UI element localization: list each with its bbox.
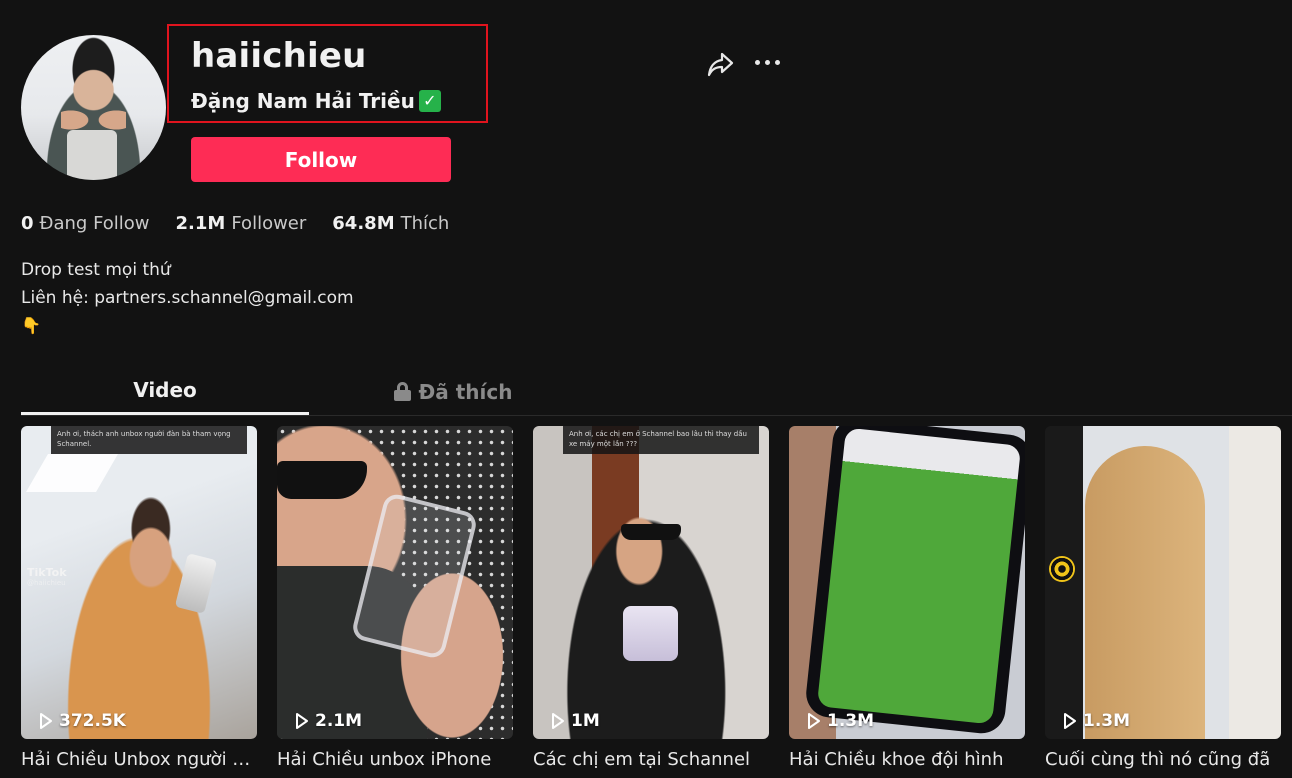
- video-thumbnail[interactable]: Anh ơi, thách anh unbox người đàn bà tha…: [21, 426, 257, 739]
- bio-line: Liên hệ: partners.schannel@gmail.com: [21, 288, 354, 308]
- username: haiichieu: [191, 36, 367, 76]
- phone-screen: [816, 427, 1022, 725]
- video-card[interactable]: 1.3M Cuối cùng thì nó cũng đã: [1045, 426, 1281, 770]
- bio: Drop test mọi thứ Liên hệ: partners.scha…: [21, 256, 354, 340]
- dartboard: [1049, 556, 1075, 582]
- view-count: 372.5K: [39, 711, 126, 731]
- video-title[interactable]: Các chị em tại Schannel: [533, 749, 769, 770]
- view-count: 1.3M: [807, 711, 874, 731]
- phone-prop: [803, 426, 1025, 736]
- stat-following[interactable]: 0 Đang Follow: [21, 213, 150, 234]
- pointing-down-icon: 👇: [21, 316, 41, 335]
- play-icon: [552, 713, 564, 729]
- sunglasses: [621, 524, 681, 540]
- video-grid: Anh ơi, thách anh unbox người đàn bà tha…: [21, 426, 1281, 770]
- stat-value: 64.8M: [332, 213, 395, 234]
- avatar: [21, 35, 166, 180]
- share-icon[interactable]: [704, 48, 736, 80]
- view-count-text: 2.1M: [315, 711, 363, 731]
- tab-liked[interactable]: Đã thích: [309, 368, 597, 415]
- follow-button[interactable]: Follow: [191, 137, 451, 182]
- view-count: 1M: [551, 711, 600, 731]
- video-title[interactable]: Hải Chiều unbox iPhone: [277, 749, 513, 770]
- more-options-icon[interactable]: [755, 50, 787, 74]
- display-name: Đặng Nam Hải Triều ✓: [191, 89, 441, 113]
- video-card[interactable]: 1.3M Hải Chiều khoe đội hình: [789, 426, 1025, 770]
- video-caption-overlay: Anh ơi, các chị em ở Schannel bao lâu th…: [563, 426, 759, 454]
- play-icon: [808, 713, 820, 729]
- lock-icon: [393, 382, 411, 401]
- wooden-door: [1085, 446, 1205, 739]
- play-icon: [1064, 713, 1076, 729]
- video-thumbnail[interactable]: 1.3M: [1045, 426, 1281, 739]
- view-count: 1.3M: [1063, 711, 1130, 731]
- video-title[interactable]: Cuối cùng thì nó cũng đã: [1045, 749, 1281, 770]
- ceiling-light: [26, 454, 118, 492]
- stat-value: 2.1M: [175, 213, 226, 234]
- video-caption-overlay: Anh ơi, thách anh unbox người đàn bà tha…: [51, 426, 247, 454]
- avatar-shirt: [67, 130, 117, 180]
- video-thumbnail[interactable]: Anh ơi, các chị em ở Schannel bao lâu th…: [533, 426, 769, 739]
- stat-value: 0: [21, 213, 34, 234]
- sunglasses: [277, 461, 367, 499]
- stat-label: Thích: [400, 213, 450, 234]
- stat-likes: 64.8M Thích: [332, 213, 449, 234]
- tab-video[interactable]: Video: [21, 368, 309, 415]
- dot: [765, 59, 770, 65]
- verified-check-icon: ✓: [418, 90, 441, 112]
- dot: [775, 59, 780, 65]
- view-count-text: 1.3M: [1083, 711, 1131, 731]
- video-thumbnail[interactable]: 2.1M: [277, 426, 513, 739]
- video-title[interactable]: Hải Chiều Unbox người đàn bà tham vọng S…: [21, 749, 257, 770]
- dot: [755, 59, 760, 65]
- bio-line: Drop test mọi thứ: [21, 260, 171, 280]
- tab-label: Video: [133, 378, 197, 402]
- video-thumbnail[interactable]: 1.3M: [789, 426, 1025, 739]
- profile-tabs: Video Đã thích: [21, 368, 1292, 416]
- phone-prop: [174, 553, 218, 614]
- watermark-handle: @haiichieu: [27, 579, 66, 587]
- play-icon: [296, 713, 308, 729]
- stat-followers[interactable]: 2.1M Follower: [176, 213, 307, 234]
- play-icon: [40, 713, 52, 729]
- video-card[interactable]: Anh ơi, thách anh unbox người đàn bà tha…: [21, 426, 257, 770]
- tiktok-watermark: TikTok @haiichieu: [27, 566, 67, 587]
- video-card[interactable]: Anh ơi, các chị em ở Schannel bao lâu th…: [533, 426, 769, 770]
- stat-label: Đang Follow: [39, 213, 150, 234]
- display-name-text: Đặng Nam Hải Triều: [191, 89, 415, 113]
- video-card[interactable]: 2.1M Hải Chiều unbox iPhone: [277, 426, 513, 770]
- phone-prop: [623, 606, 678, 661]
- view-count: 2.1M: [295, 711, 362, 731]
- view-count-text: 372.5K: [59, 711, 126, 731]
- view-count-text: 1.3M: [827, 711, 875, 731]
- video-title[interactable]: Hải Chiều khoe đội hình: [789, 749, 1025, 770]
- stat-label: Follower: [231, 213, 307, 234]
- tab-label: Đã thích: [418, 379, 513, 404]
- view-count-text: 1M: [571, 711, 600, 731]
- profile-stats: 0 Đang Follow 2.1M Follower 64.8M Thích: [21, 213, 449, 234]
- watermark-logo: TikTok: [27, 566, 67, 579]
